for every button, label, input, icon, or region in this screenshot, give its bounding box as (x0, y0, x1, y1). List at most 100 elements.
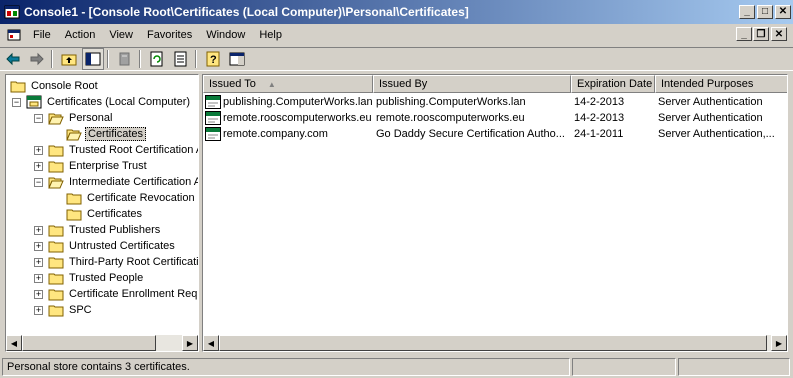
help-icon: ? (206, 51, 220, 67)
tree-item-label: Certificate Revocation I (87, 192, 199, 204)
table-row[interactable]: publishing.ComputerWorks.lan publishing.… (203, 94, 785, 110)
expand-icon[interactable]: + (34, 226, 43, 235)
scroll-left-button[interactable]: ◀ (6, 335, 22, 351)
menu-action[interactable]: Action (58, 29, 103, 41)
details-list-pane[interactable]: Issued To ▲ Issued By Expiration Date In… (202, 74, 788, 352)
menu-window-label: Window (206, 29, 246, 41)
mmc-app-icon[interactable] (4, 4, 20, 20)
folder-icon (48, 161, 64, 173)
sort-ascending-icon: ▲ (267, 79, 276, 89)
folder-open-icon (48, 113, 64, 125)
expand-icon[interactable]: + (34, 274, 43, 283)
cell-issued-to: remote.rooscomputerworks.eu (223, 112, 372, 124)
expand-icon[interactable]: + (34, 306, 43, 315)
arrow-right-icon: ▶ (186, 338, 194, 348)
tree-item-certificate-enrollment[interactable]: Certificate Enrollment Requ (48, 286, 199, 302)
tree-item-personal[interactable]: Personal (48, 110, 114, 126)
back-arrow-icon (6, 52, 20, 66)
tree-item-label: Third-Party Root Certificatio (69, 256, 199, 268)
expand-icon[interactable]: + (34, 290, 43, 299)
restore-icon: ❐ (756, 28, 766, 40)
collapse-icon[interactable]: − (34, 178, 43, 187)
forward-button[interactable] (26, 48, 48, 70)
cell-intended-purposes: Server Authentication,... (658, 128, 775, 140)
show-hide-action-pane-button[interactable] (226, 48, 248, 70)
column-header-expiration-date[interactable]: Expiration Date (571, 75, 655, 93)
column-header-intended-purposes[interactable]: Intended Purposes (655, 75, 787, 93)
expand-icon[interactable]: + (34, 242, 43, 251)
column-header-issued-to[interactable]: Issued To ▲ (203, 75, 373, 93)
minimize-button[interactable]: _ (739, 5, 755, 19)
scroll-right-button[interactable]: ▶ (771, 335, 787, 351)
svg-text:?: ? (210, 54, 217, 66)
export-list-icon (174, 51, 187, 67)
certificate-icon (205, 111, 221, 125)
tree-item-intermediate-certificates[interactable]: Certificates (66, 206, 144, 222)
expand-icon[interactable]: + (34, 258, 43, 267)
cell-issued-by: publishing.ComputerWorks.lan (376, 96, 526, 108)
tree-item-label: Console Root (31, 80, 98, 92)
console-tree-icon (85, 52, 101, 66)
scroll-left-button[interactable]: ◀ (203, 335, 219, 351)
up-folder-icon (61, 54, 77, 66)
help-button[interactable]: ? (202, 48, 224, 70)
console-tree-pane[interactable]: Console Root Certificates (Local Computer… (5, 74, 199, 352)
cell-expiration-date: 14-2-2013 (574, 112, 625, 124)
refresh-button[interactable] (146, 48, 168, 70)
tree-item-trusted-people[interactable]: Trusted People (48, 270, 145, 286)
console-menu-icon[interactable] (6, 27, 22, 43)
tree-item-label: Untrusted Certificates (69, 240, 175, 252)
delete-icon (119, 52, 130, 66)
status-bar: Personal store contains 3 certificates. (0, 355, 793, 378)
tree-item-trusted-root[interactable]: Trusted Root Certification A (48, 142, 198, 158)
child-close-button[interactable]: ✕ (771, 27, 787, 41)
expand-icon[interactable]: + (34, 146, 43, 155)
child-restore-button[interactable]: ❐ (753, 27, 769, 41)
tree-item-personal-certificates[interactable]: Certificates (66, 126, 147, 142)
menu-help[interactable]: Help (252, 29, 289, 41)
cell-intended-purposes: Server Authentication (658, 96, 763, 108)
tree-item-label: Certificates (85, 127, 147, 141)
tree-item-spc[interactable]: SPC (48, 302, 94, 318)
column-header-label: Issued By (379, 78, 428, 90)
tree-item-label: Certificate Enrollment Requ (69, 288, 199, 300)
menu-file[interactable]: File (26, 29, 58, 41)
tree-item-certificate-revocation[interactable]: Certificate Revocation I (66, 190, 199, 206)
tree-item-enterprise-trust[interactable]: Enterprise Trust (48, 158, 149, 174)
collapse-icon[interactable]: − (34, 114, 43, 123)
table-row[interactable]: remote.rooscomputerworks.eu remote.roosc… (203, 110, 785, 126)
menu-action-label: Action (64, 29, 96, 41)
menu-window[interactable]: Window (199, 29, 252, 41)
scroll-right-button[interactable]: ▶ (182, 335, 198, 351)
back-button[interactable] (2, 48, 24, 70)
up-one-level-button[interactable] (58, 48, 80, 70)
scroll-thumb[interactable] (219, 335, 767, 351)
tree-item-intermediate-ca[interactable]: Intermediate Certification A (48, 174, 198, 190)
list-horizontal-scrollbar[interactable]: ◀ ▶ (203, 335, 787, 351)
tree-item-label: Enterprise Trust (69, 160, 147, 172)
tree-item-third-party-root[interactable]: Third-Party Root Certificatio (48, 254, 199, 270)
menu-view-label: View (109, 29, 133, 41)
close-button[interactable]: ✕ (775, 5, 791, 19)
menu-favorites[interactable]: Favorites (140, 29, 199, 41)
scroll-thumb[interactable] (22, 335, 156, 351)
child-minimize-button[interactable]: _ (736, 27, 752, 41)
column-header-issued-by[interactable]: Issued By (373, 75, 571, 93)
tree-item-certificates-local-computer[interactable]: Certificates (Local Computer) (26, 94, 192, 110)
toolbar: ? (0, 47, 793, 71)
maximize-button[interactable]: □ (757, 5, 773, 19)
tree-item-trusted-publishers[interactable]: Trusted Publishers (48, 222, 162, 238)
expand-icon[interactable]: + (34, 162, 43, 171)
table-row[interactable]: remote.company.com Go Daddy Secure Certi… (203, 126, 785, 142)
column-header-label: Intended Purposes (661, 78, 754, 90)
export-list-button[interactable] (170, 48, 192, 70)
tree-horizontal-scrollbar[interactable]: ◀ ▶ (6, 335, 198, 351)
tree-item-untrusted-certificates[interactable]: Untrusted Certificates (48, 238, 177, 254)
folder-open-icon (48, 177, 64, 189)
tree-item-console-root[interactable]: Console Root (10, 78, 100, 94)
delete-button[interactable] (114, 48, 136, 70)
show-hide-tree-button[interactable] (82, 48, 104, 70)
menu-view[interactable]: View (102, 29, 140, 41)
status-text-label: Personal store contains 3 certificates. (7, 360, 190, 373)
collapse-icon[interactable]: − (12, 98, 21, 107)
